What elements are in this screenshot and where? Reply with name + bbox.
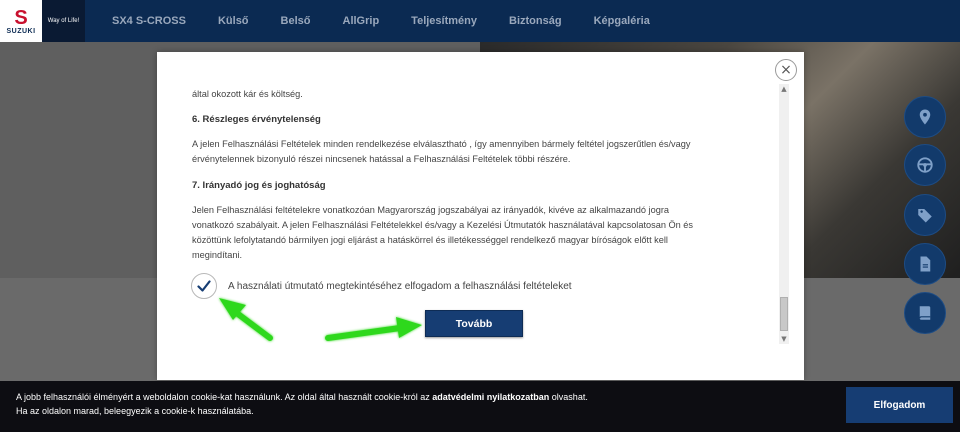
cookie-text-line-2: Ha az oldalon marad, beleegyezik a cooki… [16, 406, 254, 416]
accept-cookies-button[interactable]: Elfogadom [846, 387, 953, 423]
terms-text-line: által okozott kár és költség. [192, 89, 303, 99]
accept-terms-label[interactable]: A használati útmutató megtekintéséhez el… [228, 281, 572, 292]
nav-item-teljesitmeny[interactable]: Teljesítmény [411, 15, 477, 27]
steering-wheel-icon [917, 157, 933, 173]
test-drive-button[interactable] [904, 144, 946, 186]
section-7-heading: 7. Irányadó jog és joghatóság [192, 180, 326, 191]
manual-button[interactable] [904, 292, 946, 334]
section-7-paragraph-line-2: vonatkozó szabályait. A jelen Felhasznál… [192, 220, 693, 230]
price-button[interactable] [904, 194, 946, 236]
checkmark-icon [197, 280, 211, 292]
scroll-down-arrow-icon[interactable]: ▼ [779, 334, 789, 344]
nav-item-sx4-s-cross[interactable]: SX4 S-CROSS [112, 15, 186, 27]
section-6-heading: 6. Részleges érvénytelenség [192, 114, 321, 125]
section-6-paragraph-line-1: A jelen Felhasználási Feltételek minden … [192, 139, 691, 149]
top-navigation: S SUZUKI Way of Life! SX4 S-CROSS Külső … [0, 0, 960, 42]
privacy-statement-link[interactable]: adatvédelmi nyilatkozatban [432, 392, 549, 402]
scroll-up-arrow-icon[interactable]: ▲ [779, 84, 789, 94]
nav-item-belso[interactable]: Belső [281, 15, 311, 27]
suzuki-s-icon: S [14, 6, 28, 29]
brochure-button[interactable] [904, 243, 946, 285]
section-7-paragraph-line-1: Jelen Felhasználási feltételekre vonatko… [192, 205, 669, 215]
nav-item-kulso[interactable]: Külső [218, 15, 249, 27]
slogan: Way of Life! [42, 0, 85, 42]
scrollbar-thumb[interactable] [780, 297, 788, 331]
nav-item-allgrip[interactable]: AllGrip [343, 15, 380, 27]
cookie-text-suffix: olvashat. [549, 392, 588, 402]
logo-text: SUZUKI [6, 27, 36, 35]
price-tag-icon [918, 209, 932, 223]
cookie-text-line-1: A jobb felhasználói élményért a weboldal… [16, 392, 588, 402]
section-7-paragraph-line-4: megindítani. [192, 250, 243, 260]
accept-terms-checkbox[interactable] [191, 273, 217, 299]
book-icon [919, 306, 931, 320]
nav-item-kepgaleria[interactable]: Képgaléria [594, 15, 650, 27]
nav-menu: SX4 S-CROSS Külső Belső AllGrip Teljesít… [96, 0, 666, 42]
document-icon [920, 256, 931, 272]
next-button[interactable]: Tovább [425, 310, 523, 337]
cookie-text-prefix: A jobb felhasználói élményért a weboldal… [16, 392, 433, 402]
location-button[interactable] [904, 96, 946, 138]
location-icon [919, 109, 931, 125]
section-7-paragraph-line-3: közöttünk lefolytatandó bármilyen jogi e… [192, 235, 668, 245]
close-icon[interactable]: × [775, 59, 797, 81]
suzuki-logo[interactable]: S SUZUKI [0, 0, 42, 42]
section-6-paragraph-line-2: érvénytelennek bizonyuló részei nincsene… [192, 154, 571, 164]
nav-item-biztonsag[interactable]: Biztonság [509, 15, 562, 27]
